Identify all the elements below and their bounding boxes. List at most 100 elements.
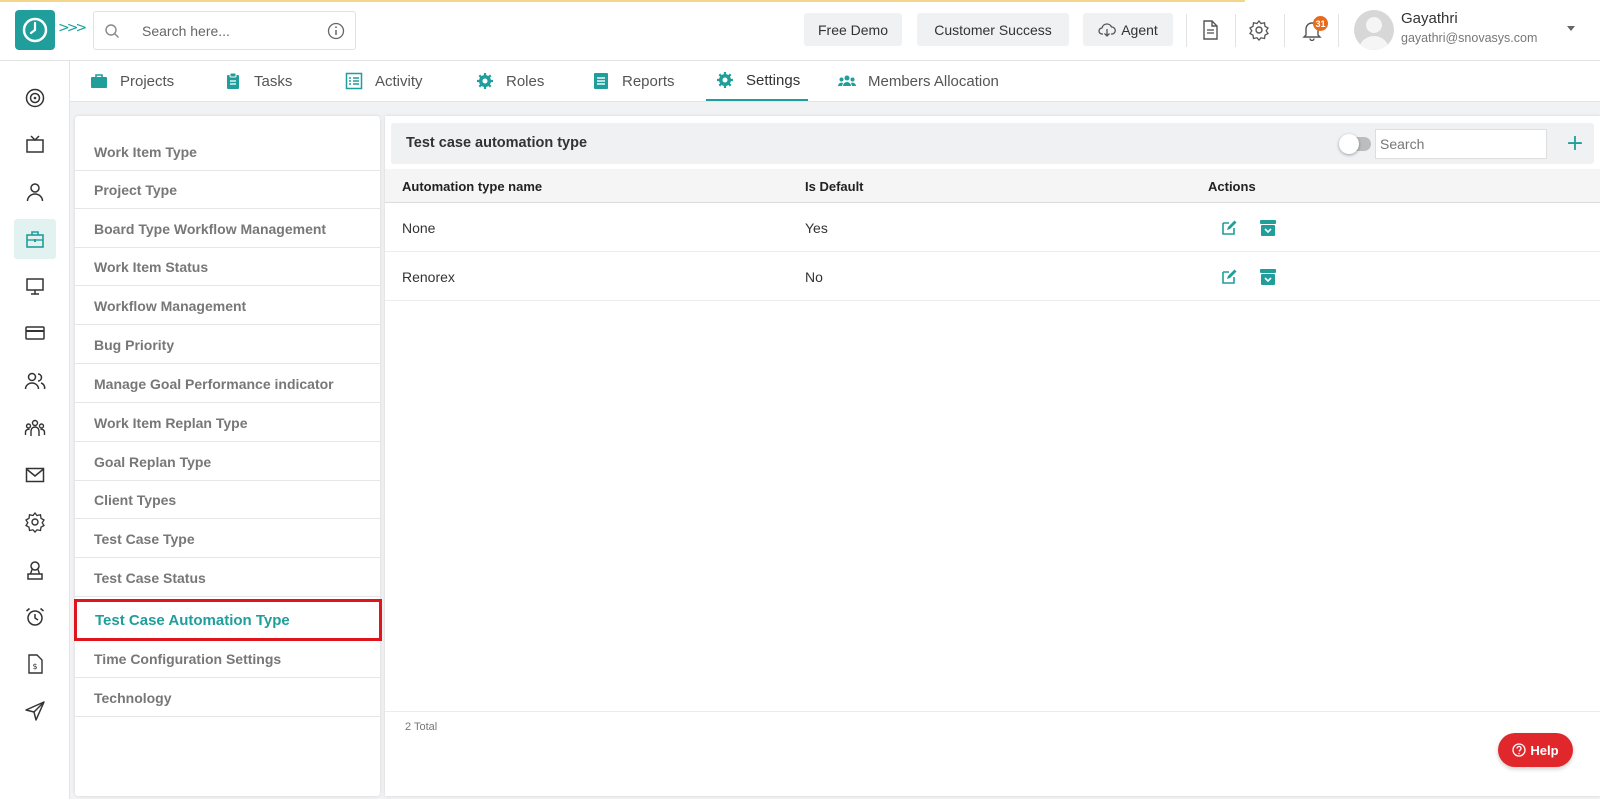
rail-send[interactable] [14, 691, 56, 731]
tab-tasks[interactable]: Tasks [224, 61, 292, 101]
rail-monitor[interactable] [14, 266, 56, 306]
top-bar: >>> Free Demo Customer Success Agent [0, 0, 1600, 61]
edit-icon[interactable] [1220, 268, 1238, 286]
add-button[interactable]: + [1563, 131, 1587, 156]
rail-award[interactable] [14, 550, 56, 590]
clipboard-icon [227, 72, 239, 89]
report-icon [594, 73, 608, 89]
rail-tv[interactable] [14, 125, 56, 165]
settings-item[interactable]: Work Item Type [75, 133, 380, 171]
panel-header: Test case automation type + [391, 123, 1594, 164]
users-icon [24, 372, 46, 390]
gear-icon [717, 72, 733, 88]
settings-item[interactable]: Project Type [75, 171, 380, 209]
invoice-icon: $ [28, 654, 43, 674]
help-label: Help [1530, 742, 1559, 758]
gear-icon[interactable] [1248, 19, 1270, 41]
tab-projects[interactable]: Projects [90, 61, 174, 101]
question-circle-icon [1512, 743, 1527, 757]
settings-item[interactable]: Time Configuration Settings [75, 640, 380, 678]
rail-billing[interactable] [14, 313, 56, 353]
table-row: None Yes [385, 203, 1600, 252]
edit-icon[interactable] [1220, 219, 1238, 237]
tab-members-allocation[interactable]: Members Allocation [838, 61, 999, 101]
tab-settings[interactable]: Settings [706, 61, 809, 101]
tab-activity[interactable]: Activity [345, 61, 423, 101]
users-icon [838, 75, 856, 86]
divider [1284, 14, 1285, 47]
settings-item[interactable]: Workflow Management [75, 287, 380, 325]
automation-type-table: Automation type name Is Default Actions … [385, 169, 1600, 301]
list-icon [345, 72, 363, 90]
settings-item[interactable]: Bug Priority [75, 326, 380, 364]
total-count: 2 Total [405, 721, 438, 733]
settings-item-selected[interactable]: Test Case Automation Type [74, 599, 382, 641]
project-tabs: Projects Tasks Activity Roles Reports Se… [70, 61, 1600, 102]
rail-mail[interactable] [14, 455, 56, 495]
global-search [93, 11, 356, 50]
column-header-name[interactable]: Automation type name [402, 179, 542, 194]
avatar[interactable] [1354, 10, 1394, 50]
settings-item[interactable]: Work Item Status [75, 248, 380, 286]
settings-item[interactable]: Test Case Type [75, 520, 380, 558]
tab-label: Tasks [254, 72, 293, 90]
divider [1186, 14, 1187, 47]
agent-button[interactable]: Agent [1083, 13, 1173, 46]
tab-roles[interactable]: Roles [476, 61, 544, 101]
cell-name: Renorex [402, 269, 455, 285]
divider [1235, 14, 1236, 47]
alarm-clock-icon [26, 607, 44, 626]
tab-reports[interactable]: Reports [592, 61, 675, 101]
cell-name: None [402, 220, 436, 236]
search-icon [105, 24, 119, 38]
page-title: Test case automation type [406, 135, 588, 151]
tab-label: Roles [506, 72, 545, 90]
customer-success-button[interactable]: Customer Success [917, 13, 1069, 46]
settings-item[interactable]: Board Type Workflow Management [75, 210, 380, 248]
svg-text:$: $ [33, 662, 38, 671]
table-search-input[interactable] [1375, 129, 1547, 159]
help-button[interactable]: Help [1498, 733, 1573, 767]
agent-label: Agent [1121, 21, 1158, 38]
cell-default: No [805, 269, 823, 285]
tv-icon [26, 135, 44, 153]
rail-team[interactable] [14, 408, 56, 448]
table-footer-divider [385, 711, 1600, 712]
archive-icon[interactable] [1259, 268, 1277, 286]
column-header-default[interactable]: Is Default [805, 179, 864, 194]
archive-toggle[interactable] [1339, 134, 1371, 154]
gear-icon [25, 511, 45, 533]
rail-profile[interactable] [14, 172, 56, 212]
divider [1338, 14, 1339, 47]
settings-item[interactable]: Technology [75, 679, 380, 717]
document-icon[interactable] [1199, 19, 1221, 41]
award-user-icon [27, 561, 43, 580]
free-demo-button[interactable]: Free Demo [804, 13, 902, 46]
tab-label: Projects [120, 72, 175, 90]
rail-users[interactable] [14, 361, 56, 401]
rail-dashboard[interactable] [14, 78, 56, 118]
user-menu-caret-icon[interactable] [1567, 26, 1575, 31]
user-avatar-icon [1359, 17, 1389, 50]
settings-item[interactable]: Work Item Replan Type [75, 404, 380, 442]
rail-alarm[interactable] [14, 597, 56, 637]
settings-item[interactable]: Manage Goal Performance indicator [75, 365, 380, 403]
rail-settings[interactable] [14, 502, 56, 542]
notification-badge: 31 [1313, 16, 1328, 31]
briefcase-icon [91, 74, 107, 88]
settings-item[interactable]: Goal Replan Type [75, 443, 380, 481]
table-row: Renorex No [385, 252, 1600, 301]
search-input[interactable] [142, 22, 312, 40]
info-icon[interactable] [327, 22, 345, 40]
user-name: Gayathri [1401, 10, 1458, 27]
settings-item[interactable]: Test Case Status [75, 559, 380, 597]
settings-item[interactable]: Client Types [75, 481, 380, 519]
rail-invoice[interactable]: $ [14, 644, 56, 684]
automation-type-panel: Test case automation type + Automation t… [385, 116, 1600, 796]
clock-logo-icon [22, 17, 48, 43]
expand-sidebar-icon[interactable]: >>> [58, 20, 87, 36]
rail-projects[interactable] [14, 219, 56, 259]
tab-label: Settings [746, 71, 801, 89]
app-logo[interactable] [15, 10, 55, 50]
archive-icon[interactable] [1259, 219, 1277, 237]
